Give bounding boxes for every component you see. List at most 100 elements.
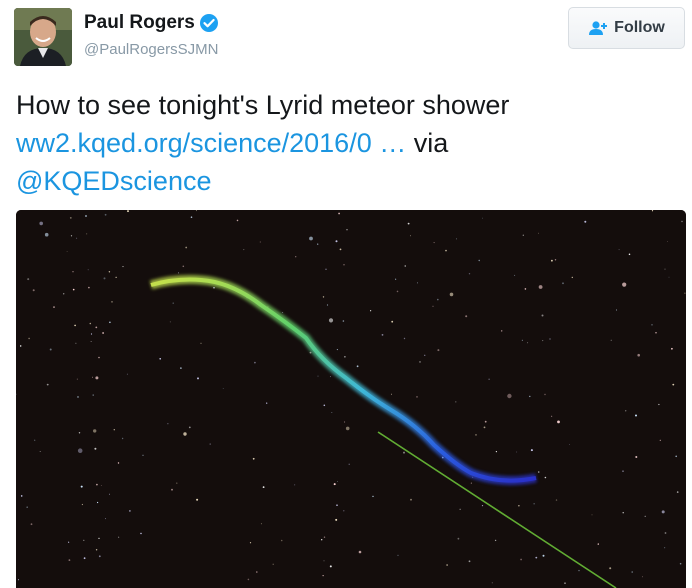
- star: [356, 365, 359, 368]
- star: [664, 268, 666, 270]
- tweet-link[interactable]: ww2.kqed.org/science/2016/0 …: [16, 128, 406, 158]
- star: [266, 402, 268, 404]
- profile-photo: [14, 8, 72, 66]
- star: [142, 454, 144, 456]
- star: [69, 217, 72, 219]
- star: [637, 353, 640, 357]
- star: [178, 272, 179, 274]
- star: [396, 290, 399, 293]
- tweet-link-url: ww2.kqed.org/science/2016/0: [16, 128, 372, 158]
- star: [465, 315, 468, 318]
- star: [622, 512, 624, 514]
- star: [538, 232, 539, 234]
- star: [109, 493, 110, 495]
- star: [635, 456, 638, 458]
- star: [188, 426, 191, 429]
- star: [661, 510, 665, 514]
- star: [331, 412, 333, 413]
- star: [337, 481, 338, 482]
- star: [618, 249, 620, 251]
- star: [105, 518, 106, 520]
- star: [336, 349, 338, 351]
- star: [78, 432, 81, 434]
- star: [197, 377, 199, 380]
- star: [209, 443, 211, 445]
- star: [516, 451, 518, 453]
- star: [494, 539, 497, 542]
- star: [569, 444, 570, 445]
- star: [684, 292, 686, 294]
- star: [75, 342, 77, 344]
- star: [449, 292, 454, 297]
- star: [676, 491, 679, 493]
- star: [344, 421, 346, 423]
- star: [317, 375, 319, 377]
- star: [459, 508, 461, 510]
- star: [631, 571, 633, 573]
- star: [28, 337, 30, 340]
- star: [309, 236, 313, 241]
- star: [44, 232, 49, 237]
- star: [557, 420, 560, 424]
- star: [86, 233, 88, 235]
- star: [544, 476, 547, 479]
- display-name-row[interactable]: Paul Rogers: [84, 12, 219, 34]
- star: [416, 396, 418, 398]
- star: [280, 539, 283, 542]
- star: [104, 213, 107, 216]
- star: [625, 410, 627, 412]
- star: [49, 348, 52, 351]
- star: [520, 558, 522, 561]
- star: [140, 532, 142, 535]
- star: [659, 439, 661, 441]
- star: [655, 332, 657, 334]
- star: [484, 420, 487, 423]
- star: [348, 463, 350, 465]
- star: [675, 455, 677, 458]
- star: [343, 510, 345, 512]
- star: [478, 259, 480, 262]
- star: [597, 543, 599, 545]
- star: [571, 276, 573, 279]
- star: [488, 378, 490, 380]
- star: [322, 296, 325, 298]
- star: [482, 217, 483, 219]
- star: [433, 242, 435, 244]
- star: [518, 505, 520, 507]
- star: [335, 240, 338, 243]
- star: [115, 276, 117, 278]
- star: [622, 282, 627, 287]
- avatar[interactable]: [14, 8, 72, 66]
- follow-button[interactable]: Follow: [568, 7, 685, 49]
- display-name[interactable]: Paul Rogers: [84, 12, 195, 34]
- follow-button-label: Follow: [614, 19, 665, 36]
- star: [85, 215, 87, 217]
- star: [664, 532, 667, 534]
- star: [96, 483, 98, 486]
- star: [628, 253, 631, 256]
- star: [87, 269, 89, 271]
- tweet-media[interactable]: [16, 210, 686, 588]
- star: [457, 537, 460, 540]
- mention-link[interactable]: @KQEDscience: [16, 166, 211, 196]
- star: [262, 486, 265, 488]
- star: [446, 564, 448, 566]
- star: [111, 301, 113, 303]
- star: [339, 248, 342, 251]
- star: [681, 220, 683, 223]
- star: [18, 579, 19, 581]
- star: [507, 393, 512, 399]
- star: [329, 376, 331, 378]
- star: [46, 383, 49, 386]
- star: [317, 243, 319, 245]
- star: [404, 265, 406, 267]
- star: [252, 457, 255, 460]
- star: [68, 541, 70, 543]
- star: [100, 485, 102, 486]
- star: [658, 403, 660, 406]
- star: [117, 462, 120, 464]
- star: [555, 499, 558, 501]
- user-handle[interactable]: @PaulRogersSJMN: [84, 41, 218, 58]
- star: [183, 432, 187, 436]
- star: [53, 306, 55, 308]
